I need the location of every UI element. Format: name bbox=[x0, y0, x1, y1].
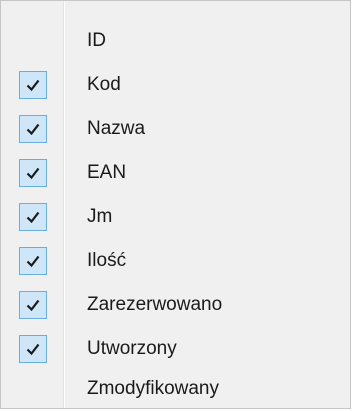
menu-item-label: Utworzony bbox=[87, 338, 177, 359]
checkmark-icon bbox=[19, 115, 47, 143]
menu-item-label: Kod bbox=[87, 74, 121, 95]
menu-item-label: EAN bbox=[87, 162, 127, 183]
menu-item-label: Zarezerwowano bbox=[87, 294, 223, 315]
menu-item-label: ID bbox=[87, 30, 106, 51]
menu-item-nazwa[interactable]: Nazwa bbox=[1, 107, 350, 151]
checkmark-icon bbox=[19, 291, 47, 319]
menu-item-zmodyfikowany[interactable]: Zmodyfikowany bbox=[1, 367, 350, 411]
checkmark-icon bbox=[19, 247, 47, 275]
menu-item-utworzony[interactable]: Utworzony bbox=[1, 327, 350, 371]
menu-item-label: Nazwa bbox=[87, 118, 146, 139]
column-chooser-menu: ID Kod Nazwa EAN Jm Ilość Zarezerwowano … bbox=[0, 0, 351, 409]
menu-item-ean[interactable]: EAN bbox=[1, 151, 350, 195]
menu-item-label: Ilość bbox=[87, 250, 127, 271]
checkmark-icon bbox=[19, 335, 47, 363]
menu-item-zarezerwowano[interactable]: Zarezerwowano bbox=[1, 283, 350, 327]
checkmark-icon bbox=[19, 203, 47, 231]
checkmark-icon bbox=[19, 71, 47, 99]
menu-item-label: Jm bbox=[87, 206, 113, 227]
menu-item-ilosc[interactable]: Ilość bbox=[1, 239, 350, 283]
checkmark-icon bbox=[19, 159, 47, 187]
menu-item-label: Zmodyfikowany bbox=[87, 378, 219, 399]
menu-item-kod[interactable]: Kod bbox=[1, 63, 350, 107]
menu-item-jm[interactable]: Jm bbox=[1, 195, 350, 239]
menu-item-id[interactable]: ID bbox=[1, 19, 350, 63]
